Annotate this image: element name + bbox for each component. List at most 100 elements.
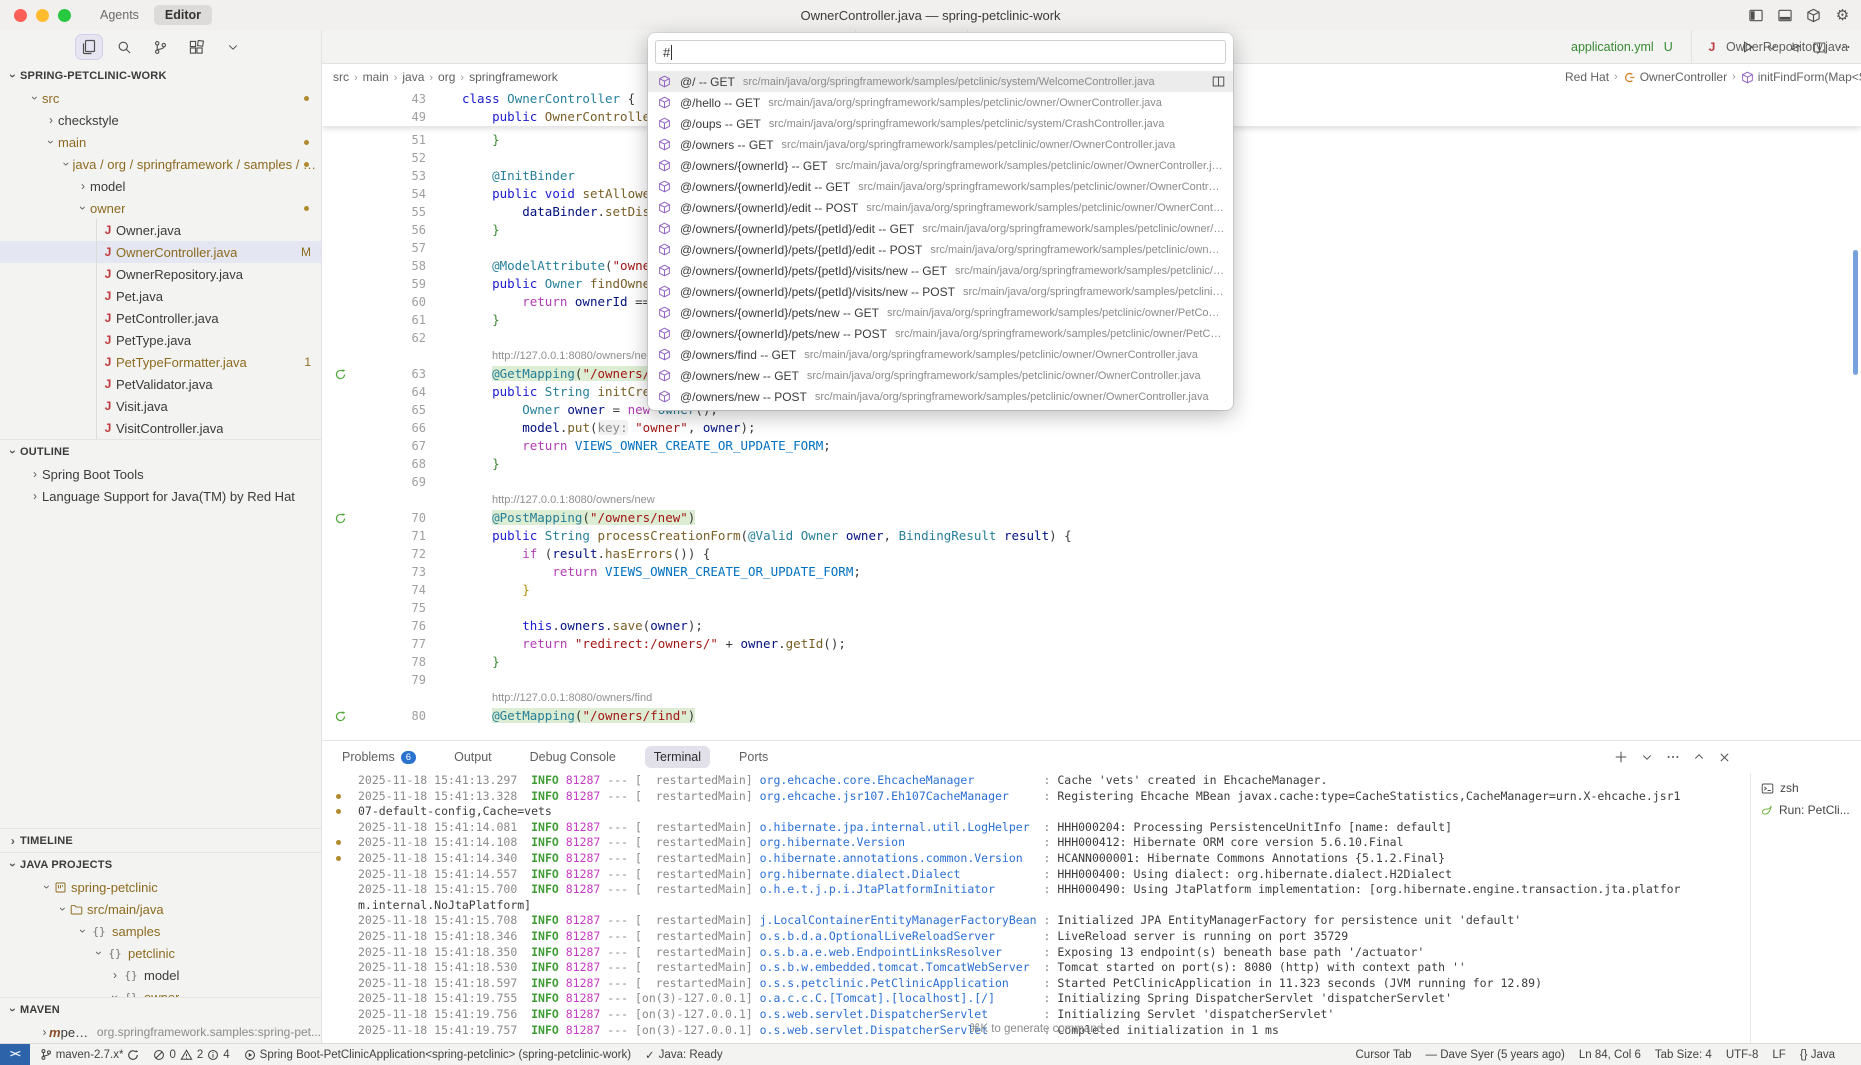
sync-icon[interactable] [127,1049,139,1061]
panel-tab-output[interactable]: Output [445,746,501,768]
panel-tab-ports[interactable]: Ports [730,746,777,768]
java-project-row-owner[interactable]: ›{}owner [0,986,321,997]
minimize-window-button[interactable] [36,9,49,22]
split-editor-icon[interactable] [1813,41,1826,54]
quick-open-row[interactable]: @/hello -- GETsrc/main/java/org/springfr… [648,92,1233,113]
terminal-session-Run: PetCli...[interactable]: Run: PetCli... [1751,799,1861,821]
quick-open-row[interactable]: @/owners/new -- GETsrc/main/java/org/spr… [648,365,1233,386]
terminal-session-zsh[interactable]: zsh [1751,777,1861,799]
chevron-down-icon[interactable] [1641,751,1653,763]
quick-open-row[interactable]: @/owners/{ownerId}/pets/{petId}/edit -- … [648,218,1233,239]
java-project-row-src/main/java[interactable]: ›src/main/java [0,898,321,920]
mode-tab-editor[interactable]: Editor [154,5,212,25]
maven-section-header[interactable]: ›MAVEN [0,997,321,1021]
terminal[interactable]: 2025-11-18 15:41:13.297 INFO 81287 --- [… [322,773,1750,1043]
files-icon[interactable] [76,35,102,59]
breadcrumb-item-org[interactable]: org [438,70,455,84]
source-control-icon[interactable] [148,35,174,59]
quick-open-row[interactable]: @/owners/find -- GETsrc/main/java/org/sp… [648,344,1233,365]
extensions-icon[interactable] [184,35,210,59]
explorer-section-header[interactable]: ›SPRING-PETCLINIC-WORK [0,64,321,87]
panel-tab-debug-console[interactable]: Debug Console [521,746,625,768]
quick-open-row[interactable]: @/owners/{ownerId}/pets/new -- GETsrc/ma… [648,302,1233,323]
java-project-row-petclinic[interactable]: ›{}petclinic [0,942,321,964]
quick-open-row[interactable]: @/oups -- GETsrc/main/java/org/springfra… [648,113,1233,134]
chevron-up-icon[interactable] [1693,751,1705,763]
folder-row-model[interactable]: ›model [0,175,321,197]
file-row-PetTypeFormatter.java[interactable]: JPetTypeFormatter.java1 [0,351,321,373]
quick-open-row[interactable]: @/owners/{ownerId}/pets/{petId}/visits/n… [648,260,1233,281]
outline-section-header[interactable]: ›OUTLINE [0,439,321,463]
breadcrumb-item-src[interactable]: src [333,70,349,84]
chevron-down-icon[interactable] [220,35,246,59]
file-row-OwnerController.java[interactable]: JOwnerController.javaM [0,241,321,263]
open-to-side-icon[interactable] [1207,75,1225,88]
file-row-PetController.java[interactable]: JPetController.java [0,307,321,329]
chevron-down-icon[interactable] [1766,41,1778,53]
maven-project-row[interactable]: › m petclinic org.springframework.sample… [0,1021,321,1043]
git-blame-item[interactable]: — Dave Syer (5 years ago) [1426,1049,1565,1061]
ellipsis-icon[interactable] [1666,750,1680,764]
quick-open-row[interactable]: @/vets -- GETsrc/main/java/org/springfra… [648,407,1233,410]
tab-size-item[interactable]: Tab Size: 4 [1655,1049,1712,1061]
close-icon[interactable] [1718,751,1731,764]
close-window-button[interactable] [14,9,27,22]
breadcrumb-item-springframework[interactable]: springframework [469,70,558,84]
quick-open-row[interactable]: @/owners/{ownerId}/edit -- POSTsrc/main/… [648,197,1233,218]
outline-item[interactable]: ›Language Support for Java(TM) by Red Ha… [0,485,321,507]
language-mode-item[interactable]: {} Java [1800,1049,1835,1061]
problems-item[interactable]: 0 2 4 [153,1049,229,1061]
cursor-position-item[interactable]: Ln 84, Col 6 [1579,1049,1641,1061]
gear-icon[interactable]: ⚙ [1834,7,1851,24]
quick-open-row[interactable]: @/owners/{ownerId}/edit -- GETsrc/main/j… [648,176,1233,197]
file-row-Visit.java[interactable]: JVisit.java [0,395,321,417]
codelens-url[interactable]: http://127.0.0.1:8080/owners/find [492,689,652,707]
file-row-Pet.java[interactable]: JPet.java [0,285,321,307]
file-row-VisitController.java[interactable]: JVisitController.java [0,417,321,439]
plus-icon[interactable] [1614,750,1628,764]
codelens-url[interactable]: http://127.0.0.1:8080/owners/new [492,491,655,509]
zoom-window-button[interactable] [58,9,71,22]
folder-row-owner[interactable]: ›owner [0,197,321,219]
quick-open-row[interactable]: @/owners/{ownerId}/pets/{petId}/visits/n… [648,281,1233,302]
timeline-section-header[interactable]: ›TIMELINE [0,828,321,852]
spring-boot-app-item[interactable]: Spring Boot-PetClinicApplication<spring-… [244,1049,631,1061]
box-icon[interactable] [1805,7,1822,24]
file-row-PetValidator.java[interactable]: JPetValidator.java [0,373,321,395]
quick-open-row[interactable]: @/owners/{ownerId}/pets/new -- POSTsrc/m… [648,323,1233,344]
breadcrumb-item[interactable]: OwnerController [1640,70,1727,84]
panel-tab-terminal[interactable]: Terminal [645,746,710,768]
traffic-lights[interactable] [14,9,71,22]
folder-row-checkstyle[interactable]: ›checkstyle [0,109,321,131]
remote-indicator[interactable]: >< [0,1044,30,1065]
search-icon[interactable] [112,35,138,59]
cursor-tab-item[interactable]: Cursor Tab [1356,1049,1412,1061]
folder-row-src[interactable]: ›src [0,87,321,109]
java-project-row-model[interactable]: ›{}model [0,964,321,986]
eol-item[interactable]: LF [1772,1049,1785,1061]
mode-tab-agents[interactable]: Agents [89,5,150,25]
java-project-row-samples[interactable]: ›{}samples [0,920,321,942]
file-row-PetType.java[interactable]: JPetType.java [0,329,321,351]
quick-open-row[interactable]: @/owners/new -- POSTsrc/main/java/org/sp… [648,386,1233,407]
breadcrumb-item[interactable]: initFindForm(Map<String, Object>) [1758,70,1861,84]
compare-icon[interactable] [1789,41,1802,54]
file-row-OwnerRepository.java[interactable]: JOwnerRepository.java [0,263,321,285]
play-icon[interactable] [1741,40,1755,54]
quick-open-row[interactable]: @/owners/{ownerId} -- GETsrc/main/java/o… [648,155,1233,176]
folder-row-java / org / springframework / samples / petclinic[interactable]: ›java / org / springframework / samples … [0,153,321,175]
codelens-url[interactable]: http://127.0.0.1:8080/owners/new [492,347,655,365]
quick-open-row[interactable]: @/owners/{ownerId}/pets/{petId}/edit -- … [648,239,1233,260]
panel-tab-problems[interactable]: Problems6 [333,746,425,768]
quick-open-row[interactable]: @/ -- GETsrc/main/java/org/springframewo… [648,71,1233,92]
java-project-row-spring-petclinic[interactable]: ›spring-petclinic [0,876,321,898]
folder-row-main[interactable]: ›main [0,131,321,153]
ellipsis-icon[interactable] [1837,40,1851,54]
file-row-Owner.java[interactable]: JOwner.java [0,219,321,241]
breadcrumb-item-java[interactable]: java [402,70,424,84]
encoding-item[interactable]: UTF-8 [1726,1049,1759,1061]
scrollbar-thumb[interactable] [1853,250,1858,375]
java-status-item[interactable]: ✓ Java: Ready [645,1048,723,1062]
breadcrumb-item[interactable]: Red Hat [1565,70,1609,84]
editor-tab-application.yml[interactable]: application.ymlU [1559,30,1692,64]
